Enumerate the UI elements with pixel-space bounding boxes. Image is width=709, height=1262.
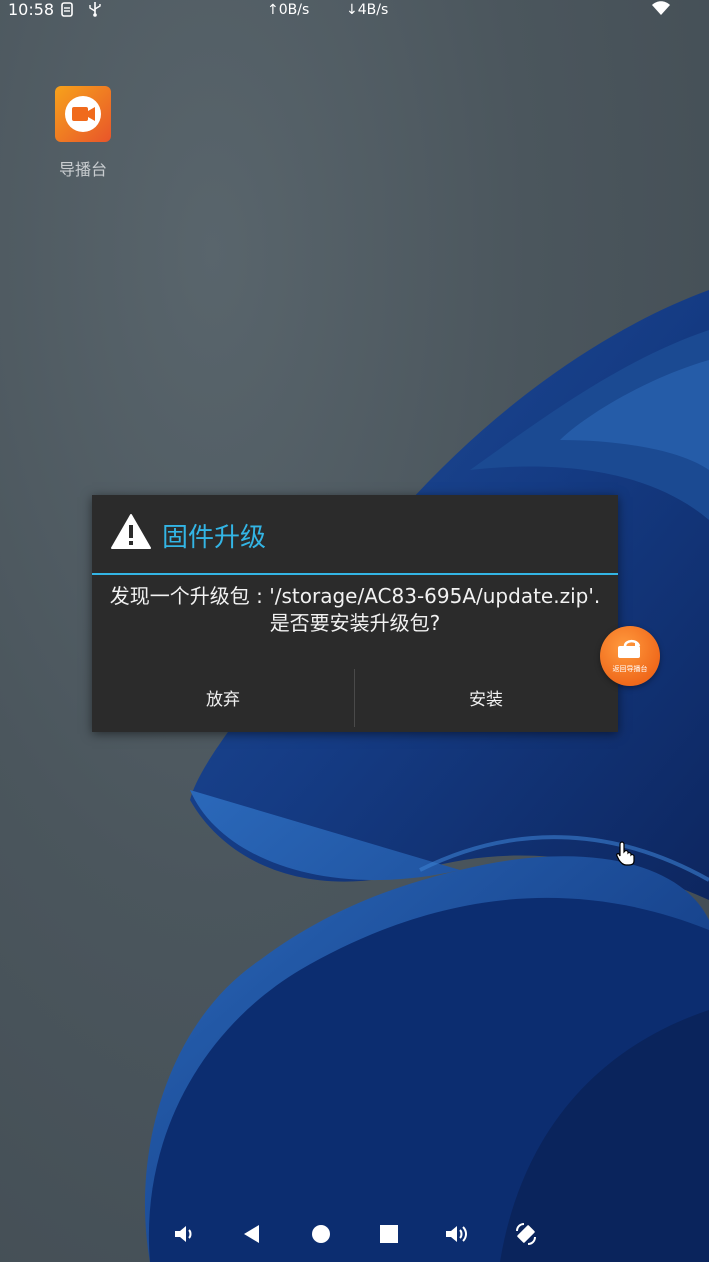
usb-icon <box>88 1 102 21</box>
fab-label: 返回导播台 <box>612 665 648 673</box>
navigation-bar <box>0 1216 709 1256</box>
sim-icon <box>61 2 73 21</box>
status-time: 10:58 <box>8 0 55 19</box>
upload-rate: ↑0B/s <box>267 2 310 18</box>
dialog-message: 发现一个升级包 : '/storage/AC83-695A/update.zip… <box>92 583 618 637</box>
firmware-update-dialog: 固件升级 发现一个升级包 : '/storage/AC83-695A/updat… <box>92 495 618 732</box>
warning-icon <box>110 513 152 555</box>
cancel-button[interactable]: 放弃 <box>92 667 354 727</box>
app-label: 导播台 <box>58 160 107 179</box>
rotate-icon[interactable] <box>508 1216 544 1252</box>
dialog-title: 固件升级 <box>162 523 267 553</box>
return-director-button[interactable]: 返回导播台 <box>600 626 660 686</box>
volume-up-icon[interactable] <box>439 1216 475 1252</box>
status-bar: 10:58 ↑0B/s ↓4B/s <box>0 0 709 22</box>
download-rate: ↓4B/s <box>346 2 389 18</box>
message-line-2: 是否要安装升级包? <box>269 611 441 635</box>
volume-down-icon[interactable] <box>166 1216 202 1252</box>
home-icon[interactable] <box>303 1216 339 1252</box>
return-icon <box>615 638 645 666</box>
back-icon[interactable] <box>234 1216 270 1252</box>
recents-icon[interactable] <box>371 1216 407 1252</box>
hand-cursor-icon <box>615 840 637 870</box>
app-shortcut-director[interactable]: 导播台 <box>50 86 116 180</box>
wifi-icon <box>651 0 671 20</box>
dialog-header: 固件升级 <box>92 495 618 574</box>
title-divider <box>92 573 618 575</box>
video-camera-icon <box>55 86 111 142</box>
message-line-1: 发现一个升级包 : '/storage/AC83-695A/update.zip… <box>109 584 601 608</box>
install-button[interactable]: 安装 <box>355 667 617 727</box>
